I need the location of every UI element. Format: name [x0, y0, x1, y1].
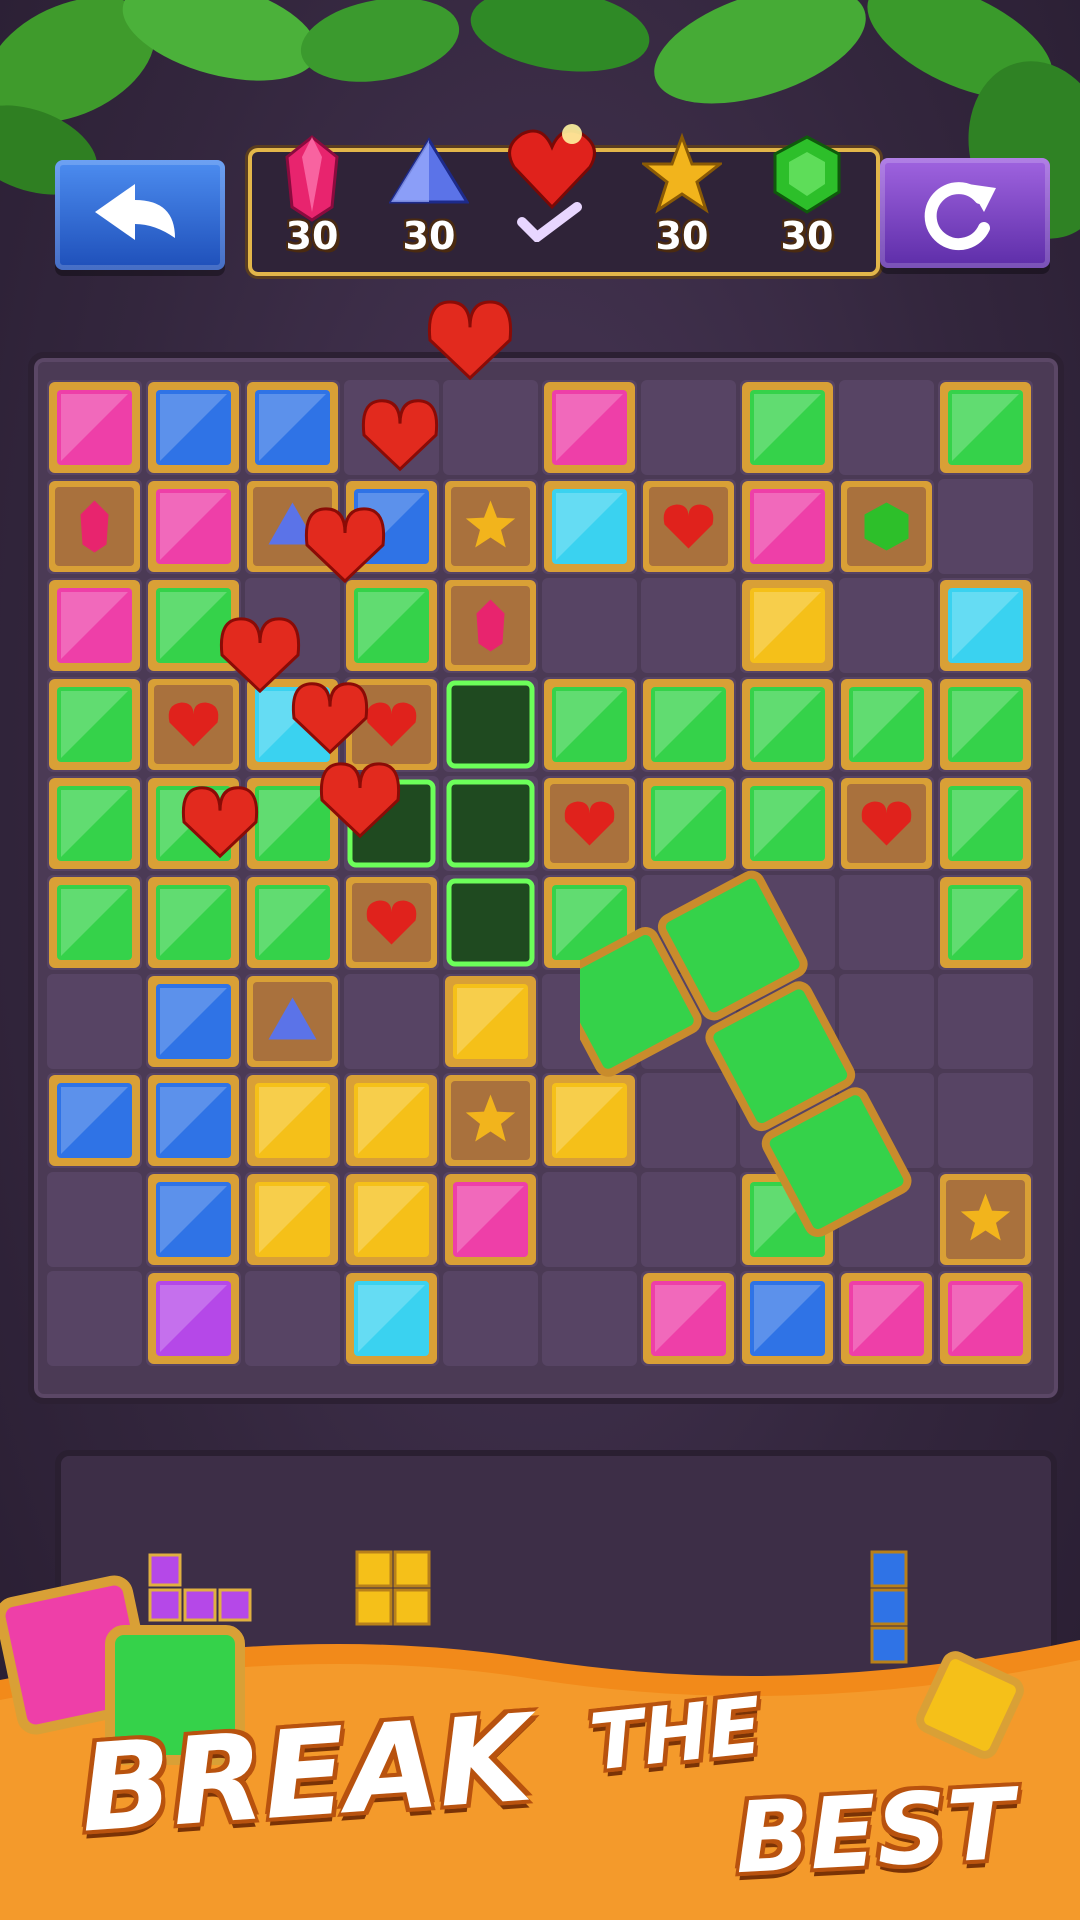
flying-heart: [219, 617, 301, 694]
board-cell[interactable]: [245, 1271, 340, 1366]
yellow-square-piece[interactable]: [355, 1550, 435, 1630]
flying-heart: [319, 762, 401, 839]
dragged-green-piece[interactable]: [580, 850, 940, 1250]
slogan-the: THE: [585, 1681, 767, 1789]
flying-heart: [291, 682, 369, 755]
flying-heart: [304, 507, 386, 584]
flying-heart: [427, 300, 513, 381]
slogan-best: BEST: [732, 1767, 1017, 1897]
game-scene: 30 30 30 30 BREAK THE BEST: [0, 0, 1080, 1920]
board-cell[interactable]: [542, 1271, 637, 1366]
board-cell[interactable]: [47, 1271, 142, 1366]
flying-heart: [181, 786, 259, 859]
board-cell[interactable]: [443, 1271, 538, 1366]
decor-yellow-gem: [916, 1651, 1024, 1759]
board-cell[interactable]: [47, 1172, 142, 1267]
flying-heart: [361, 399, 439, 472]
